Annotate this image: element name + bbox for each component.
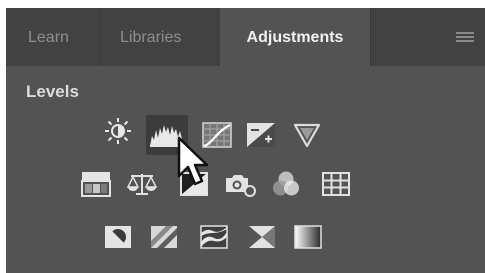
brightness-contrast-icon[interactable] [100, 115, 136, 147]
exposure-icon[interactable] [243, 119, 279, 151]
levels-icon[interactable] [146, 115, 188, 155]
black-white-icon[interactable] [176, 168, 212, 200]
posterize-icon[interactable] [146, 221, 182, 253]
invert-icon[interactable] [100, 221, 136, 253]
threshold-icon[interactable] [196, 221, 232, 253]
vibrance-icon[interactable] [289, 119, 325, 151]
channel-mixer-icon[interactable] [268, 168, 304, 200]
color-lookup-icon[interactable] [318, 168, 354, 200]
tab-libraries[interactable]: Libraries [102, 8, 219, 66]
panel-tab-bar: Learn Libraries Adjustments [6, 8, 485, 66]
photo-filter-icon[interactable] [222, 168, 258, 200]
gradient-map-icon[interactable] [290, 221, 326, 253]
tab-adjustments[interactable]: Adjustments [220, 8, 371, 66]
panel-title: Levels [26, 82, 79, 101]
selective-color-icon[interactable] [244, 221, 280, 253]
color-balance-icon[interactable] [124, 168, 160, 200]
adjustments-panel: Learn Libraries Adjustments Levels [6, 8, 485, 273]
panel-menu-icon[interactable] [454, 29, 476, 45]
hue-saturation-icon[interactable] [78, 168, 114, 200]
curves-icon[interactable] [199, 119, 235, 151]
tab-learn[interactable]: Learn [6, 8, 101, 66]
